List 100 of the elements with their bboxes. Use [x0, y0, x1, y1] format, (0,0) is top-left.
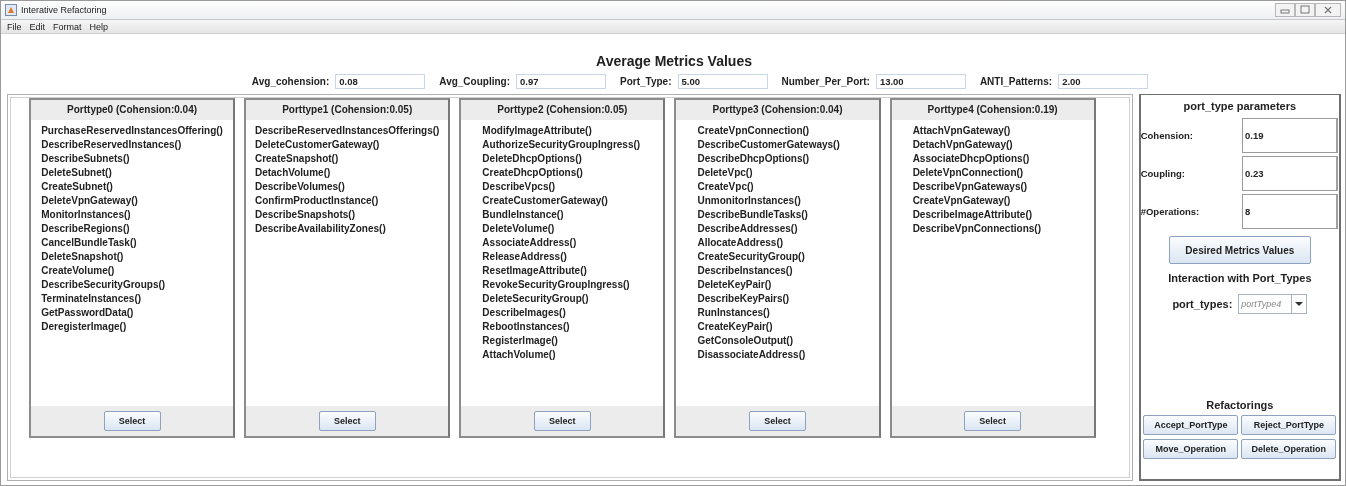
operation-item[interactable]: DescribeAvailabilityZones(): [254, 222, 386, 236]
operation-item[interactable]: RevokeSecurityGroupIngress(): [482, 278, 630, 292]
select-button[interactable]: Select: [318, 411, 376, 431]
operation-item[interactable]: PurchaseReservedInstancesOffering(): [41, 124, 223, 138]
operation-item[interactable]: DeleteSnapshot(): [41, 250, 124, 264]
operation-item[interactable]: AssociateAddress(): [482, 236, 577, 250]
operation-item[interactable]: AssociateDhcpOptions(): [912, 152, 1030, 166]
operation-item[interactable]: DescribeReservedInstancesOfferings(): [254, 124, 440, 138]
window-title: Interative Refactoring: [21, 5, 107, 15]
select-button[interactable]: Select: [533, 411, 591, 431]
card-header: Porttype4 (Cohension:0.19): [891, 100, 1094, 120]
operation-item[interactable]: DeleteDhcpOptions(): [482, 152, 582, 166]
operation-item[interactable]: CreateSecurityGroup(): [697, 250, 805, 264]
operation-item[interactable]: CreateVpc(): [697, 180, 754, 194]
metric-field[interactable]: 0.97: [516, 74, 606, 89]
operation-item[interactable]: DeleteVpnGateway(): [41, 194, 138, 208]
operation-item[interactable]: AllocateAddress(): [697, 236, 784, 250]
metric-field[interactable]: 13.00: [875, 74, 966, 89]
menu-item[interactable]: Format: [53, 21, 82, 32]
operation-item[interactable]: ReleaseAddress(): [482, 250, 567, 264]
operation-item[interactable]: TerminateInstances(): [41, 292, 142, 306]
operation-item[interactable]: DeleteVpnConnection(): [912, 166, 1024, 180]
operation-item[interactable]: DescribeVpnGateways(): [912, 180, 1028, 194]
desired-metrics-button[interactable]: Desired Metrics Values: [1168, 236, 1311, 264]
operation-item[interactable]: DescribeImages(): [482, 306, 566, 320]
refactoring-button[interactable]: Move_Operation: [1143, 439, 1239, 459]
operation-item[interactable]: BundleInstance(): [482, 208, 564, 222]
operation-item[interactable]: DescribeImageAttribute(): [912, 208, 1033, 222]
refactoring-button[interactable]: Reject_PortType: [1241, 415, 1337, 435]
refactoring-button[interactable]: Delete_Operation: [1241, 439, 1337, 459]
operation-item[interactable]: ResetImageAttribute(): [482, 264, 587, 278]
operation-item[interactable]: AuthorizeSecurityGroupIngress(): [482, 138, 641, 152]
operation-item[interactable]: CreateVpnConnection(): [697, 124, 810, 138]
minimize-icon[interactable]: [1275, 3, 1295, 17]
operation-item[interactable]: DescribeVolumes(): [254, 180, 345, 194]
operation-item[interactable]: RebootInstances(): [482, 320, 570, 334]
operation-item[interactable]: DescribeSnapshots(): [254, 208, 355, 222]
operation-item[interactable]: DescribeAddresses(): [697, 222, 798, 236]
operation-item[interactable]: ModifyImageAttribute(): [482, 124, 592, 138]
operation-item[interactable]: AttachVpnGateway(): [912, 124, 1011, 138]
menu-item[interactable]: Help: [89, 21, 109, 32]
metric-field[interactable]: 2.00: [1058, 74, 1149, 89]
operation-item[interactable]: DescribeBundleTasks(): [697, 208, 808, 222]
operation-item[interactable]: DeleteVpc(): [697, 166, 753, 180]
maximize-icon[interactable]: [1295, 3, 1315, 17]
operation-item[interactable]: CreateVolume(): [41, 264, 115, 278]
select-button[interactable]: Select: [103, 411, 161, 431]
operation-item[interactable]: DescribeKeyPairs(): [697, 292, 790, 306]
parameter-field[interactable]: 8: [1242, 193, 1338, 229]
metric-field[interactable]: 0.08: [335, 74, 426, 89]
metric-label: Number_Per_Port:: [781, 76, 870, 87]
operation-item[interactable]: DeleteSubnet(): [41, 166, 112, 180]
operation-item[interactable]: DescribeReservedInstances(): [41, 138, 182, 152]
operation-item[interactable]: DeleteKeyPair(): [697, 278, 772, 292]
operation-item[interactable]: DescribeRegions(): [41, 222, 130, 236]
operation-item[interactable]: DetachVolume(): [254, 166, 331, 180]
operation-item[interactable]: CreateSubnet(): [41, 180, 113, 194]
operation-item[interactable]: DescribeSecurityGroups(): [41, 278, 166, 292]
refactoring-button[interactable]: Accept_PortType: [1143, 415, 1239, 435]
select-button[interactable]: Select: [749, 411, 806, 431]
parameter-field[interactable]: 0.19: [1242, 117, 1338, 153]
operation-item[interactable]: GetPasswordData(): [41, 306, 134, 320]
card-header: Porttype0 (Cohension:0.04): [31, 100, 234, 120]
section-title: Refactorings: [1206, 399, 1274, 411]
operation-item[interactable]: AttachVolume(): [482, 348, 556, 362]
operation-item[interactable]: CreateDhcpOptions(): [482, 166, 583, 180]
operation-item[interactable]: CreateVpnGateway(): [912, 194, 1011, 208]
operation-item[interactable]: CreateKeyPair(): [697, 320, 773, 334]
parameter-label: Coupling:: [1140, 167, 1186, 179]
operation-item[interactable]: DeleteCustomerGateway(): [254, 138, 380, 152]
operation-item[interactable]: DeleteVolume(): [482, 222, 555, 236]
operation-item[interactable]: DescribeCustomerGateways(): [697, 138, 840, 152]
select-button[interactable]: Select: [964, 411, 1022, 431]
operation-item[interactable]: DescribeVpnConnections(): [912, 222, 1041, 236]
operation-item[interactable]: CreateCustomerGateway(): [482, 194, 608, 208]
operation-item[interactable]: GetConsoleOutput(): [697, 334, 794, 348]
operation-item[interactable]: DescribeDhcpOptions(): [697, 152, 810, 166]
operation-item[interactable]: DescribeInstances(): [697, 264, 793, 278]
close-icon[interactable]: [1315, 3, 1341, 17]
operation-item[interactable]: CancelBundleTask(): [41, 236, 137, 250]
port-types-dropdown[interactable]: portType4: [1238, 294, 1308, 314]
card-header: Porttype2 (Cohension:0.05): [461, 100, 664, 120]
operation-item[interactable]: UnmonitorInstances(): [697, 194, 801, 208]
operation-item[interactable]: ConfirmProductInstance(): [254, 194, 379, 208]
operation-item[interactable]: RegisterImage(): [482, 334, 558, 348]
operation-item[interactable]: DescribeVpcs(): [482, 180, 556, 194]
metric-label: ANTI_Patterns:: [979, 76, 1053, 87]
operation-item[interactable]: RunInstances(): [697, 306, 770, 320]
operation-item[interactable]: CreateSnapshot(): [254, 152, 339, 166]
operation-item[interactable]: DetachVpnGateway(): [912, 138, 1013, 152]
parameter-field[interactable]: 0.23: [1242, 155, 1338, 191]
card-header: Porttype3 (Cohension:0.04): [676, 100, 879, 120]
operation-item[interactable]: DeleteSecurityGroup(): [482, 292, 589, 306]
menu-item[interactable]: Edit: [29, 21, 46, 32]
metric-field[interactable]: 5.00: [677, 74, 768, 89]
menu-item[interactable]: File: [7, 21, 22, 32]
operation-item[interactable]: DisassociateAddress(): [697, 348, 806, 362]
operation-item[interactable]: DescribeSubnets(): [41, 152, 130, 166]
operation-item[interactable]: DeregisterImage(): [41, 320, 127, 334]
operation-item[interactable]: MonitorInstances(): [41, 208, 131, 222]
